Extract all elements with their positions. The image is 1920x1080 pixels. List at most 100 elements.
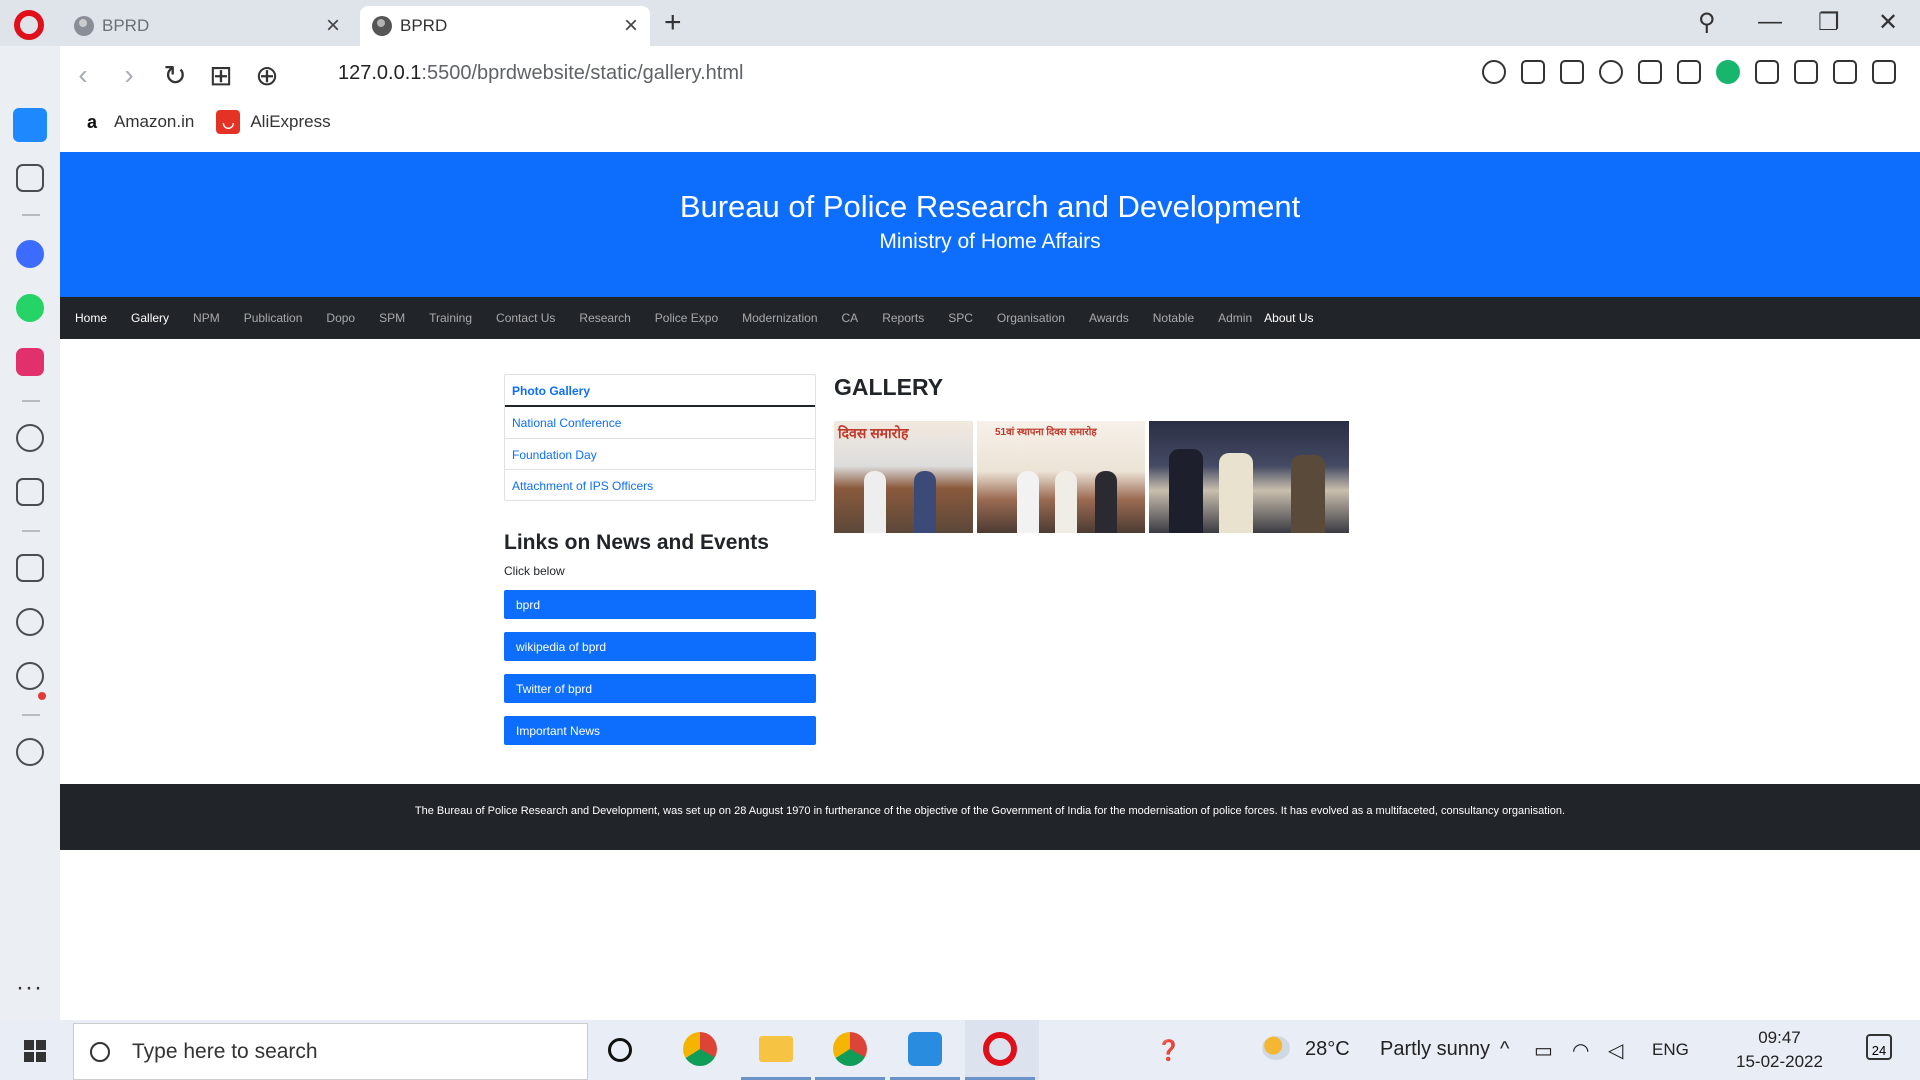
nav-dopo[interactable]: Dopo (326, 311, 355, 325)
link-important-news-button[interactable]: Important News (504, 716, 816, 745)
gallery-photo-3[interactable] (1149, 421, 1349, 533)
notification-icon[interactable]: 24 (1866, 1034, 1892, 1060)
settings-icon[interactable] (16, 662, 44, 690)
page-viewport: Bureau of Police Research and Developmen… (60, 152, 1920, 1020)
nav-organisation[interactable]: Organisation (997, 311, 1065, 325)
gallery-photo-2[interactable]: 51वां स्थापना दिवस समारोह (977, 421, 1145, 533)
tab-2[interactable]: BPRD × (360, 6, 650, 46)
tabs-grid-icon[interactable]: ⊞ (198, 59, 244, 92)
nav-about[interactable]: About Us (1264, 311, 1313, 325)
heart-icon[interactable] (1677, 60, 1701, 84)
messenger-icon[interactable] (16, 240, 44, 268)
list-item-foundation-day[interactable]: Foundation Day (505, 438, 815, 469)
nav-reports[interactable]: Reports (882, 311, 924, 325)
download-icon[interactable] (1794, 60, 1818, 84)
bookmark-amazon[interactable]: a Amazon.in (80, 110, 194, 134)
windows-start-icon[interactable] (24, 1040, 46, 1062)
player-icon[interactable] (16, 424, 44, 452)
url-host: 127.0.0.1 (338, 62, 422, 84)
gallery-photo-1[interactable]: दिवस समारोह (834, 421, 973, 533)
close-icon[interactable]: × (326, 14, 340, 38)
tab-1[interactable]: BPRD × (62, 6, 352, 46)
list-item-ips-attachment[interactable]: Attachment of IPS Officers (505, 469, 815, 500)
find-icon[interactable] (1482, 60, 1506, 84)
nav-notable[interactable]: Notable (1153, 311, 1194, 325)
adblock-icon[interactable] (1599, 60, 1623, 84)
send-icon[interactable] (16, 478, 44, 506)
nav-awards[interactable]: Awards (1089, 311, 1129, 325)
search-tabs-icon[interactable]: ⚲ (1698, 8, 1716, 37)
clock[interactable]: 09:47 15-02-2022 (1736, 1026, 1823, 1074)
url-field[interactable]: 127.0.0.1:5500/bprdwebsite/static/galler… (338, 62, 743, 85)
address-bar: ‹ › ↻ ⊞ ⊕ 127.0.0.1:5500/bprdwebsite/sta… (60, 46, 1920, 104)
language-indicator[interactable]: ENG (1652, 1040, 1689, 1060)
heart-icon[interactable] (16, 554, 44, 582)
sidebar-divider (22, 214, 40, 216)
restore-button[interactable]: ❐ (1818, 8, 1840, 37)
opera-sidebar: ··· (0, 46, 60, 1020)
minimize-button[interactable]: — (1758, 8, 1782, 36)
file-explorer-icon[interactable] (759, 1036, 793, 1062)
menu-icon[interactable] (1872, 60, 1896, 84)
close-window-button[interactable]: ✕ (1878, 8, 1898, 37)
whatsapp-icon[interactable] (16, 294, 44, 322)
opera-logo-icon[interactable] (14, 10, 44, 40)
links-heading: Links on News and Events (504, 531, 769, 554)
chrome-icon[interactable] (683, 1032, 717, 1066)
nav-modernization[interactable]: Modernization (742, 311, 817, 325)
tab-title: BPRD (102, 16, 150, 35)
temperature[interactable]: 28°C (1305, 1038, 1350, 1061)
history-icon[interactable] (16, 608, 44, 636)
opera-taskbar-icon[interactable] (983, 1032, 1017, 1066)
back-button[interactable]: ‹ (60, 59, 106, 91)
bookmark-label: Amazon.in (114, 112, 195, 131)
reload-button[interactable]: ↻ (152, 59, 198, 92)
list-item-national-conference[interactable]: National Conference (505, 407, 815, 438)
instagram-icon[interactable] (16, 348, 44, 376)
lightbulb-icon[interactable] (16, 738, 44, 766)
link-wikipedia-button[interactable]: wikipedia of bprd (504, 632, 816, 661)
nav-spc[interactable]: SPC (948, 311, 973, 325)
edit-icon[interactable] (1521, 60, 1545, 84)
wifi-icon[interactable]: ◠ (1572, 1038, 1589, 1063)
link-bprd-button[interactable]: bprd (504, 590, 816, 619)
list-item-photo-gallery[interactable]: Photo Gallery (505, 375, 815, 407)
nav-contact[interactable]: Contact Us (496, 311, 555, 325)
nav-research[interactable]: Research (579, 311, 630, 325)
chrome-profile-icon[interactable] (833, 1032, 867, 1066)
nav-admin[interactable]: Admin (1218, 311, 1252, 325)
nav-home[interactable]: Home (75, 311, 107, 325)
nav-publication[interactable]: Publication (244, 311, 303, 325)
nav-training[interactable]: Training (429, 311, 472, 325)
new-tab-button[interactable]: + (664, 8, 682, 38)
close-icon[interactable]: × (624, 14, 638, 38)
bookmark-aliexpress[interactable]: ◡ AliExpress (216, 110, 331, 134)
link-twitter-button[interactable]: Twitter of bprd (504, 674, 816, 703)
cortana-icon[interactable] (608, 1038, 632, 1062)
person-figure (1219, 453, 1253, 533)
nav-spm[interactable]: SPM (379, 311, 405, 325)
vscode-icon[interactable] (908, 1032, 942, 1066)
cube-icon[interactable] (1755, 60, 1779, 84)
nav-npm[interactable]: NPM (193, 311, 220, 325)
more-icon[interactable]: ··· (16, 974, 43, 1002)
main-content: Photo Gallery National Conference Founda… (60, 339, 1920, 784)
forward-button[interactable]: › (106, 59, 152, 91)
nav-police-expo[interactable]: Police Expo (655, 311, 718, 325)
battery-icon[interactable] (1833, 60, 1857, 84)
chevron-up-icon[interactable]: ^ (1500, 1038, 1509, 1061)
taskbar-search-input[interactable] (132, 1039, 552, 1064)
home-icon[interactable] (13, 108, 47, 142)
snapshot-icon[interactable] (1560, 60, 1584, 84)
extension-a-icon[interactable] (1716, 60, 1740, 84)
taskbar-search[interactable] (73, 1023, 588, 1080)
nav-ca[interactable]: CA (842, 311, 859, 325)
speaker-icon[interactable]: ◁ (1608, 1038, 1623, 1063)
site-info-icon[interactable]: ⊕ (244, 59, 290, 92)
send-icon[interactable] (1638, 60, 1662, 84)
star-icon[interactable] (16, 164, 44, 192)
weather-text[interactable]: Partly sunny (1380, 1038, 1490, 1061)
battery-tray-icon[interactable]: ▭ (1534, 1038, 1553, 1063)
help-icon[interactable]: ❓ (1156, 1038, 1181, 1063)
nav-gallery[interactable]: Gallery (131, 311, 169, 325)
